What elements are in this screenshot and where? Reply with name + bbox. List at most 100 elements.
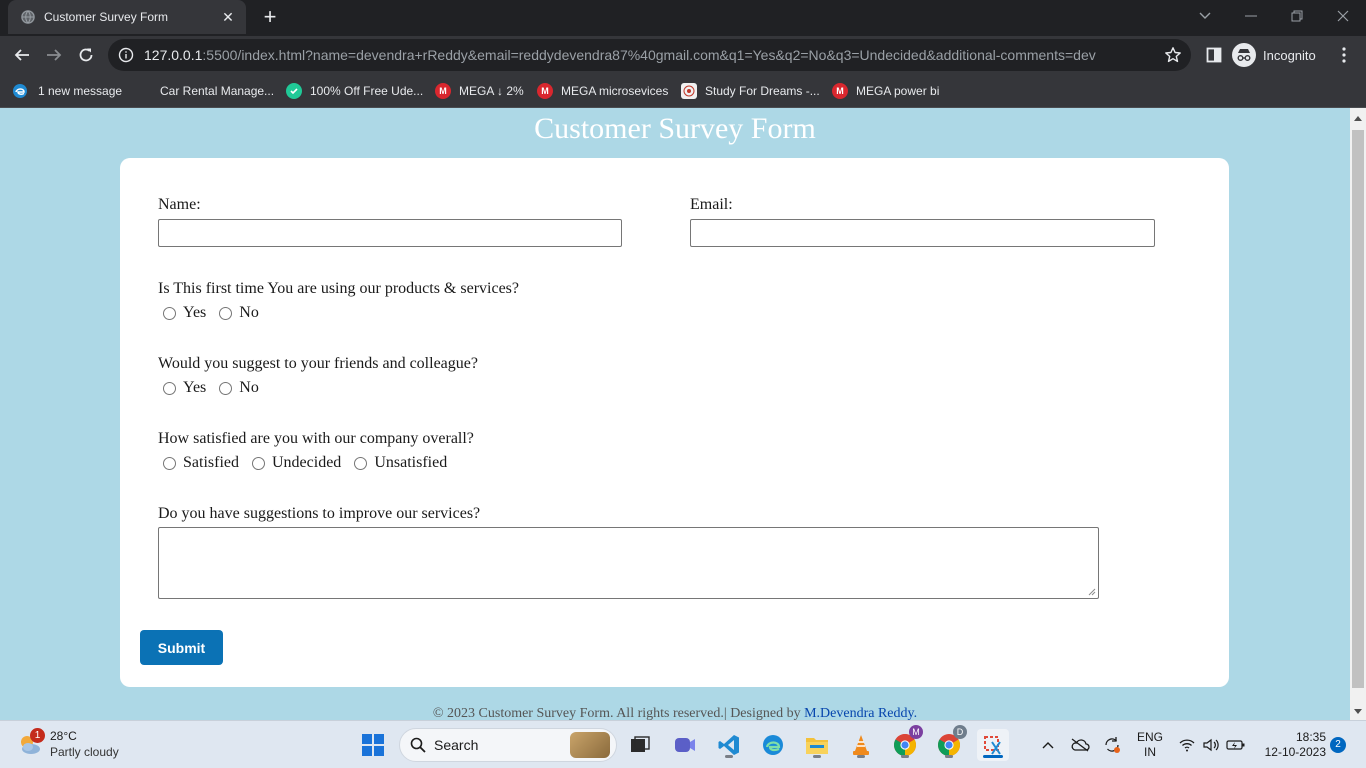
partly-cloudy-icon: 1 xyxy=(16,728,45,758)
suggestions-textarea[interactable] xyxy=(158,527,1099,599)
name-input[interactable] xyxy=(158,219,622,247)
url-path: :5500/index.html?name=devendra+rReddy&em… xyxy=(202,47,1096,63)
close-window-icon[interactable] xyxy=(1320,0,1366,32)
taskbar: 1 28°C Partly cloudy Search M D ENG IN 1… xyxy=(0,720,1366,768)
url-text: 127.0.0.1:5500/index.html?name=devendra+… xyxy=(144,47,1154,63)
question-recommend-options: Yes No xyxy=(158,379,267,397)
teams-icon[interactable] xyxy=(669,729,701,761)
survey-form-card: Name: Email: Is This first time You are … xyxy=(120,158,1229,687)
tab-close-icon[interactable]: ✕ xyxy=(220,9,236,26)
incognito-label: Incognito xyxy=(1263,47,1316,63)
bookmark-item[interactable]: M MEGA power bi xyxy=(832,81,939,101)
submit-button[interactable]: Submit xyxy=(140,630,223,665)
coupon-icon xyxy=(286,83,302,99)
vscode-icon[interactable] xyxy=(713,729,745,761)
radio-unsatisfied[interactable] xyxy=(354,456,368,470)
bookmark-label: MEGA ↓ 2% xyxy=(459,84,524,98)
sync-icon[interactable] xyxy=(1100,721,1124,768)
weather-widget[interactable]: 1 28°C Partly cloudy xyxy=(16,728,119,760)
name-label: Name: xyxy=(158,196,201,213)
weather-temp: 28°C xyxy=(50,729,77,743)
radio-no-label: No xyxy=(239,304,259,321)
bookmark-item[interactable]: Car Rental Manage... xyxy=(136,81,274,101)
edge-browser-icon[interactable] xyxy=(757,729,789,761)
running-indicator xyxy=(945,755,953,758)
question-recommend-label: Would you suggest to your friends and co… xyxy=(158,355,478,372)
incognito-indicator[interactable]: Incognito xyxy=(1232,41,1316,69)
radio-no[interactable] xyxy=(219,306,233,320)
side-panel-icon[interactable] xyxy=(1200,41,1228,69)
radio-undecided-label: Undecided xyxy=(272,454,342,471)
bookmark-item[interactable]: 1 new message xyxy=(12,81,122,101)
file-explorer-icon[interactable] xyxy=(801,729,833,761)
clock-time: 18:35 xyxy=(1295,730,1326,744)
chrome-profile-d-icon[interactable]: D xyxy=(933,725,967,761)
scroll-down-arrow-icon[interactable] xyxy=(1354,709,1362,714)
reload-icon[interactable] xyxy=(72,41,100,69)
volume-icon[interactable] xyxy=(1200,721,1222,768)
forward-arrow-icon[interactable] xyxy=(40,41,68,69)
browser-tab-strip: Customer Survey Form ✕ + xyxy=(0,0,1366,36)
new-tab-button[interactable]: + xyxy=(258,6,282,30)
profile-badge-d: D xyxy=(953,725,967,739)
bookmark-label: MEGA power bi xyxy=(856,84,940,98)
bookmark-label: Car Rental Manage... xyxy=(160,84,275,98)
radio-yes[interactable] xyxy=(163,381,176,395)
chrome-profile-m-icon[interactable]: M xyxy=(889,725,923,761)
weather-badge: 1 xyxy=(30,728,45,743)
radio-undecided[interactable] xyxy=(252,456,265,470)
page-title: Customer Survey Form xyxy=(534,112,816,145)
bookmark-label: 100% Off Free Ude... xyxy=(310,84,424,98)
battery-icon[interactable] xyxy=(1224,721,1248,768)
address-bar[interactable]: 127.0.0.1:5500/index.html?name=devendra+… xyxy=(108,39,1191,71)
bookmark-item[interactable]: 100% Off Free Ude... xyxy=(286,81,423,101)
email-label: Email: xyxy=(690,196,733,213)
more-menu-icon[interactable] xyxy=(1330,41,1358,69)
running-indicator xyxy=(857,755,865,758)
tray-overflow-chevron-icon[interactable] xyxy=(1037,721,1059,768)
snipping-tool-icon[interactable] xyxy=(977,729,1009,761)
scroll-thumb[interactable] xyxy=(1352,130,1364,688)
email-input[interactable] xyxy=(690,219,1155,247)
language-indicator[interactable]: ENG IN xyxy=(1132,721,1168,768)
mega-icon: M xyxy=(537,83,553,99)
bookmark-star-icon[interactable] xyxy=(1163,45,1183,65)
running-indicator xyxy=(983,755,1003,758)
browser-toolbar: 127.0.0.1:5500/index.html?name=devendra+… xyxy=(0,36,1366,74)
wifi-icon[interactable] xyxy=(1176,721,1198,768)
windows-start-icon[interactable] xyxy=(357,729,389,761)
browser-tab[interactable]: Customer Survey Form ✕ xyxy=(8,0,246,34)
vlc-icon[interactable] xyxy=(845,729,877,761)
radio-satisfied[interactable] xyxy=(163,456,176,470)
footer: © 2023 Customer Survey Form. All rights … xyxy=(0,706,1350,720)
notification-badge[interactable]: 2 xyxy=(1330,737,1346,753)
taskbar-search[interactable]: Search xyxy=(399,728,617,762)
onedrive-offline-icon[interactable] xyxy=(1068,721,1092,768)
clock-date: 12-10-2023 xyxy=(1264,745,1326,759)
scroll-up-arrow-icon[interactable] xyxy=(1354,116,1362,121)
question-first-time-label: Is This first time You are using our pro… xyxy=(158,280,519,297)
resize-grip-icon[interactable] xyxy=(1088,588,1096,596)
bookmark-label: MEGA microsevices xyxy=(561,84,669,98)
running-indicator xyxy=(725,755,733,758)
designer-link[interactable]: M.Devendra Reddy. xyxy=(804,706,917,720)
restore-icon[interactable] xyxy=(1274,0,1320,32)
bookmark-item[interactable]: Study For Dreams -... xyxy=(681,81,820,101)
site-info-icon[interactable] xyxy=(118,47,134,63)
page-scrollbar[interactable] xyxy=(1350,108,1366,720)
radio-yes[interactable] xyxy=(163,306,176,320)
profile-badge-m: M xyxy=(909,725,923,739)
tab-search-chevron-icon[interactable] xyxy=(1182,0,1228,32)
running-indicator xyxy=(813,755,821,758)
search-highlight-icon xyxy=(570,732,610,758)
clock[interactable]: 18:35 12-10-2023 xyxy=(1256,730,1326,760)
radio-no[interactable] xyxy=(219,381,233,395)
folder-icon xyxy=(136,83,152,99)
bookmarks-bar: 1 new message Car Rental Manage... 100% … xyxy=(0,74,1366,108)
bookmark-item[interactable]: M MEGA ↓ 2% xyxy=(435,81,524,101)
back-arrow-icon[interactable] xyxy=(8,41,36,69)
minimize-icon[interactable] xyxy=(1228,0,1274,32)
task-view-icon[interactable] xyxy=(624,729,656,761)
bookmark-item[interactable]: M MEGA microsevices xyxy=(537,81,668,101)
question-satisfaction-label: How satisfied are you with our company o… xyxy=(158,430,474,447)
